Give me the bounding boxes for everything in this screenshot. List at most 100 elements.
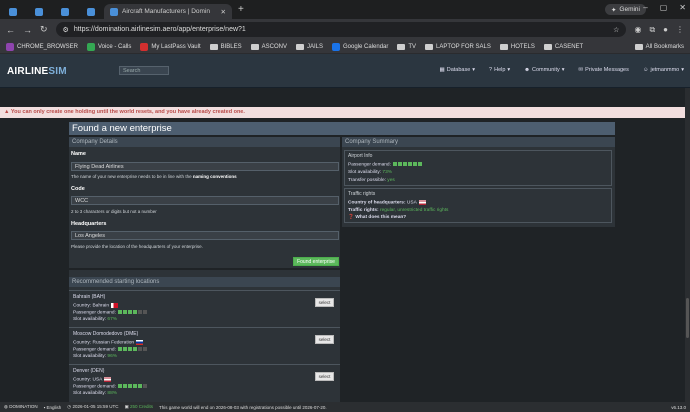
headquarters-input[interactable]: Los Angeles <box>71 231 339 240</box>
naming-conventions-link[interactable]: naming conventions <box>193 174 237 179</box>
maximize-icon[interactable]: ▢ <box>660 3 668 12</box>
new-tab-icon[interactable]: + <box>238 4 244 15</box>
chevron-down-icon: ▾ <box>507 67 511 73</box>
url-text: https://domination.airlinesim.aero/app/e… <box>73 26 246 33</box>
code-input[interactable]: WCC <box>71 196 339 205</box>
company-details-heading: Company Details <box>69 137 340 147</box>
bookmark-folder[interactable]: JAILS <box>295 43 323 50</box>
code-hint: 2 to 3 characters or digits but not a nu… <box>71 209 157 214</box>
envelope-icon: ✉ <box>578 67 584 73</box>
name-input[interactable]: Flying Dead Airlines <box>71 162 339 171</box>
tab-favicon-icon <box>110 7 118 16</box>
bookmark-folder[interactable]: ASCONV <box>250 43 287 50</box>
close-window-icon[interactable]: ✕ <box>679 3 686 12</box>
nav-help[interactable]: ? Help ▾ <box>489 67 510 73</box>
bookmark-folder[interactable]: BIBLES <box>209 43 242 50</box>
bookmark-item[interactable]: My LastPass Vault <box>140 42 201 51</box>
folder-icon <box>209 43 218 50</box>
bookmark-item[interactable]: Voice - Calls <box>87 42 131 51</box>
nav-database[interactable]: ▦ Database ▾ <box>440 67 476 73</box>
airlinesim-logo[interactable]: AIRLINESIM <box>7 66 67 77</box>
status-clock: ◷ 2026-01-05 15:59 UTC <box>67 404 119 409</box>
bookmark-folder[interactable]: CASENET <box>543 43 583 50</box>
all-bookmarks[interactable]: All Bookmarks <box>634 43 684 50</box>
address-bar[interactable]: ⚙ https://domination.airlinesim.aero/app… <box>55 22 627 37</box>
bookmark-favicon-icon <box>6 42 14 51</box>
found-enterprise-button[interactable]: Found enterprise <box>293 257 339 266</box>
location-country: Country: Bahrain <box>73 303 119 309</box>
recommended-heading: Recommended starting locations <box>69 277 340 287</box>
tab-favicon-icon <box>61 7 69 16</box>
extensions-puzzle-icon[interactable]: ⧉ <box>649 25 655 35</box>
database-icon: ▦ <box>439 67 445 73</box>
bookmark-item[interactable]: Google Calendar <box>332 42 388 51</box>
russia-flag-icon <box>136 340 144 345</box>
bookmark-favicon-icon <box>332 42 340 51</box>
browser-tab[interactable] <box>78 4 104 19</box>
game-status-bar: ◍ DOMINATION ▪ English ◷ 2026-01-05 15:5… <box>0 402 690 412</box>
name-label: Name <box>71 151 86 157</box>
forward-icon[interactable]: → <box>23 25 32 35</box>
demand-bar-segment <box>145 384 148 388</box>
demand-bar-segment <box>420 162 423 166</box>
globe-icon: ◍ <box>4 404 8 409</box>
toolbar-icons: ◉ ⧉ ● ⋮ <box>634 25 684 35</box>
code-label: Code <box>71 186 85 192</box>
traffic-rights-box: Traffic rights Country of headquarters: … <box>344 188 612 223</box>
bookmark-folder[interactable]: TV <box>397 43 416 50</box>
gemini-icon: ✦ <box>610 6 617 14</box>
status-world[interactable]: ◍ DOMINATION <box>4 404 38 410</box>
folder-icon <box>543 43 552 50</box>
folder-icon <box>634 43 643 50</box>
bookmark-star-icon[interactable]: ☆ <box>613 26 619 34</box>
profile-avatar-icon[interactable]: ● <box>663 25 668 35</box>
user-icon: ☺ <box>642 67 649 73</box>
site-info-icon[interactable]: ⚙ <box>63 26 69 34</box>
location-demand: Passenger demand: <box>73 347 148 352</box>
menu-kebab-icon[interactable]: ⋮ <box>676 25 684 35</box>
page-scrollbar[interactable] <box>685 88 690 402</box>
select-location-button[interactable]: select <box>315 372 334 381</box>
summary-country-hq: Country of headquarters: USA <box>348 200 426 206</box>
community-icon: ☻ <box>524 67 530 73</box>
airport-info-box: Airport Info Passenger demand: Slot avai… <box>344 150 612 186</box>
status-credits[interactable]: ▣ 250 Credits <box>125 404 154 410</box>
select-location-button[interactable]: select <box>315 335 334 344</box>
tab-favicon-icon <box>87 7 95 16</box>
extension-icon[interactable]: ◉ <box>634 25 641 35</box>
status-version: v6.13.0 <box>671 404 686 410</box>
scrollbar-thumb[interactable] <box>686 298 689 338</box>
reload-icon[interactable]: ↻ <box>40 24 48 35</box>
minimize-icon[interactable]: – <box>643 3 647 12</box>
site-nav: ▦ Database ▾ ? Help ▾ ☻ Community ▾ ✉ Private M… <box>440 67 684 73</box>
name-hint: The name of your new enterprise needs to… <box>71 174 237 179</box>
select-location-button[interactable]: select <box>315 298 334 307</box>
status-notice: This game world will end on 2026-08-03 w… <box>159 404 327 410</box>
what-does-this-mean-link[interactable]: ❓ What does this mean? <box>348 215 406 220</box>
bookmark-item[interactable]: CHROME_BROWSER <box>6 42 78 51</box>
bookmark-folder[interactable]: LAPTOP FOR SALS <box>425 43 491 50</box>
browser-tab-active[interactable]: Aircraft Manufacturers | Domin ✕ <box>104 4 232 19</box>
back-icon[interactable]: ← <box>6 25 15 35</box>
tab-close-icon[interactable]: ✕ <box>221 8 226 16</box>
summary-slot: Slot availability: 73% <box>348 170 393 175</box>
tab-favicon-icon <box>35 7 43 16</box>
nav-user[interactable]: ☺ jetmanmmo ▾ <box>643 67 684 73</box>
demand-bar-segment <box>145 310 148 314</box>
nav-private-messages[interactable]: ✉ Private Messages <box>579 67 629 73</box>
location-item: Denver (DEN) Country: USA Passenger dema… <box>69 364 340 402</box>
nav-community[interactable]: ☻ Community ▾ <box>524 67 564 73</box>
status-language[interactable]: ▪ English <box>44 405 62 410</box>
bookmark-folder[interactable]: HOTELS <box>499 43 535 50</box>
browser-tab[interactable] <box>0 4 26 19</box>
location-item: Bahrain (BAH) Country: Bahrain Passenger… <box>69 290 340 326</box>
browser-tab[interactable] <box>26 4 52 19</box>
site-header: AIRLINESIM Search ▦ Database ▾ ? Help ▾ ☻ Com… <box>0 54 690 88</box>
usa-flag-icon <box>104 377 112 382</box>
gemini-button[interactable]: ✦ Gemini <box>604 4 646 15</box>
site-search-input[interactable]: Search <box>119 66 169 75</box>
bookmark-favicon-icon <box>87 42 96 51</box>
browser-tab[interactable] <box>52 4 78 19</box>
location-country: Country: USA <box>73 377 112 383</box>
browser-tabstrip: Aircraft Manufacturers | Domin ✕ + ✦ Gemi… <box>0 0 690 19</box>
